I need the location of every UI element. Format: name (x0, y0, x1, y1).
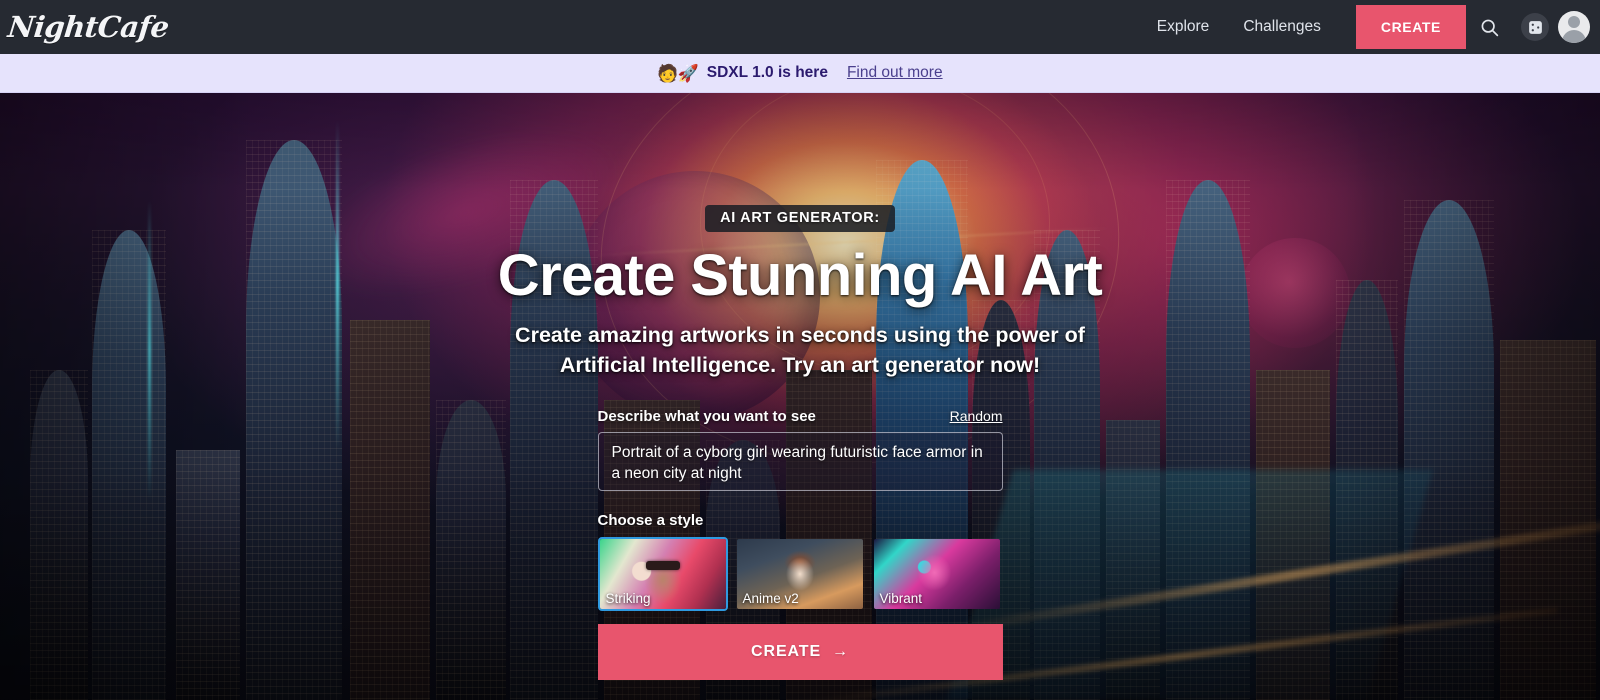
hero-subtitle: Create amazing artworks in seconds using… (515, 320, 1085, 380)
header-create-button[interactable]: CREATE (1355, 5, 1466, 49)
arrow-right-icon: → (832, 643, 849, 660)
site-header: NightCafe Explore Challenges CREATE (0, 0, 1600, 54)
eyebrow-badge: AI ART GENERATOR: (705, 205, 895, 232)
create-submit-label: CREATE (751, 643, 822, 660)
hero-subtitle-line-1: Create amazing artworks in seconds using… (515, 323, 1085, 347)
dice-icon (1528, 20, 1542, 34)
search-button[interactable] (1466, 0, 1512, 54)
nav-item-explore[interactable]: Explore (1140, 0, 1227, 54)
style-card-anime-v2[interactable]: Anime v2 (735, 537, 865, 611)
banner-find-out-more-link[interactable]: Find out more (847, 64, 943, 82)
generator-form: Describe what you want to see Random Cho… (597, 408, 1003, 680)
search-icon (1481, 19, 1498, 36)
banner-text: SDXL 1.0 is here (706, 64, 828, 81)
page-title: Create Stunning AI Art (497, 243, 1103, 308)
style-label: Anime v2 (742, 591, 799, 606)
prompt-label-row: Describe what you want to see Random (598, 408, 1003, 425)
avatar[interactable] (1558, 11, 1590, 43)
random-dice-button[interactable] (1512, 0, 1558, 54)
style-label: Vibrant (879, 591, 923, 606)
dice-circle (1521, 13, 1549, 41)
prompt-label: Describe what you want to see (597, 408, 816, 425)
page-root: NightCafe Explore Challenges CREATE 🧑🚀 S… (0, 0, 1600, 700)
hero-subtitle-line-2: Artificial Intelligence. Try an art gene… (559, 353, 1041, 377)
style-label: Striking (605, 591, 651, 606)
header-nav: Explore Challenges CREATE (1140, 0, 1600, 54)
nav-item-challenges[interactable]: Challenges (1226, 0, 1338, 54)
style-card-vibrant[interactable]: Vibrant (872, 537, 1002, 611)
logo[interactable]: NightCafe (6, 10, 170, 44)
style-card-striking[interactable]: Striking (597, 537, 728, 611)
banner-emoji-icon: 🧑🚀 (657, 63, 698, 83)
style-picker: Striking Anime v2 Vibrant (597, 537, 1003, 611)
create-submit-button[interactable]: CREATE → (597, 624, 1003, 680)
promo-banner: 🧑🚀 SDXL 1.0 is here Find out more (0, 54, 1600, 93)
styles-label: Choose a style (597, 512, 704, 529)
random-prompt-link[interactable]: Random (950, 408, 1003, 424)
prompt-input[interactable] (597, 432, 1003, 491)
